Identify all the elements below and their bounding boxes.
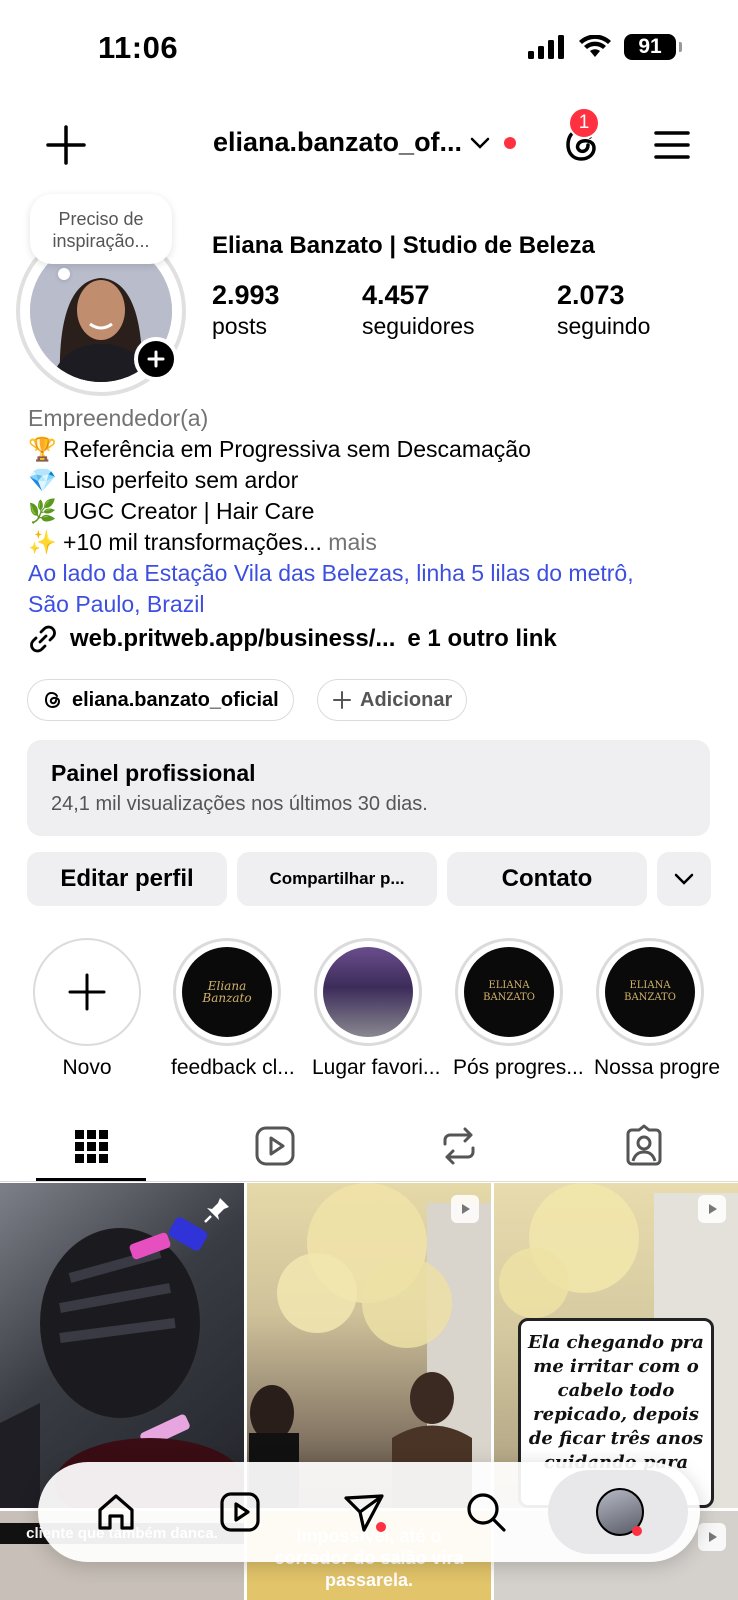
panel-subtitle: 24,1 mil visualizações nos últimos 30 di… bbox=[51, 793, 428, 815]
highlight-label: Pós progres... bbox=[453, 1056, 584, 1079]
edit-profile-button[interactable]: Editar perfil bbox=[27, 852, 227, 906]
search-icon[interactable] bbox=[464, 1490, 508, 1534]
bio-line-last: ✨ +10 mil transformações... mais bbox=[28, 527, 718, 558]
link-icon bbox=[30, 625, 56, 653]
plus-icon bbox=[333, 691, 351, 709]
reels-icon[interactable] bbox=[218, 1490, 262, 1534]
bio: Empreendedor(a) 🏆 Referência em Progress… bbox=[28, 403, 718, 620]
post-thumbnail bbox=[0, 1217, 244, 1508]
post-thumbnail bbox=[249, 1183, 491, 1508]
highlight-new[interactable]: Novo bbox=[31, 938, 143, 1080]
contact-button[interactable]: Contato bbox=[447, 852, 647, 906]
display-name: Eliana Banzato | Studio de Beleza bbox=[212, 232, 595, 259]
active-tab-indicator bbox=[36, 1178, 146, 1181]
highlight-cover bbox=[323, 947, 413, 1037]
profile-unread-dot bbox=[632, 1526, 642, 1536]
highlight-item[interactable]: Lugar favori... bbox=[312, 938, 441, 1080]
battery-indicator: 91 bbox=[624, 34, 682, 60]
plus-icon bbox=[68, 973, 106, 1011]
highlight-ring bbox=[33, 938, 141, 1046]
tagged-tab-icon[interactable] bbox=[622, 1124, 666, 1168]
profile-note[interactable]: Preciso de inspiração... bbox=[30, 194, 172, 264]
status-icons: 91 bbox=[528, 34, 682, 60]
unread-dot bbox=[504, 136, 517, 149]
status-bar: 11:06 91 bbox=[0, 0, 738, 100]
highlight-label: Nossa progre bbox=[594, 1056, 721, 1079]
reel-indicator-icon bbox=[698, 1523, 726, 1551]
stat-value: 4.457 bbox=[362, 280, 430, 310]
chevron-down-icon bbox=[470, 137, 490, 149]
suggestions-button[interactable] bbox=[657, 852, 711, 906]
stat-label: seguindo bbox=[557, 313, 651, 339]
stat-followers[interactable]: 4.457 seguidores bbox=[362, 280, 475, 340]
threads-icon bbox=[44, 691, 61, 709]
bio-location[interactable]: Ao lado da Estação Vila das Belezas, lin… bbox=[28, 558, 718, 620]
professional-dashboard[interactable]: Painel profissional 24,1 mil visualizaçõ… bbox=[27, 740, 710, 836]
note-bubble-tail bbox=[58, 268, 70, 280]
username-label: eliana.banzato_of... bbox=[213, 127, 463, 157]
bio-link-url[interactable]: web.pritweb.app/business/... bbox=[70, 625, 395, 653]
bio-category: Empreendedor(a) bbox=[28, 405, 209, 431]
bio-line: 💎 Liso perfeito sem ardor bbox=[28, 467, 299, 493]
highlight-label: feedback cl... bbox=[171, 1056, 295, 1079]
profile-tab[interactable] bbox=[548, 1470, 688, 1554]
add-story-button[interactable] bbox=[134, 337, 178, 381]
highlight-cover: ELIANA BANZATO bbox=[605, 947, 695, 1037]
plus-icon bbox=[147, 350, 165, 368]
notification-badge: 1 bbox=[568, 107, 600, 139]
cellular-signal-icon bbox=[528, 35, 564, 59]
threads-handle: eliana.banzato_oficial bbox=[72, 688, 279, 711]
messages-unread-dot bbox=[376, 1522, 386, 1532]
highlight-label: Lugar favori... bbox=[312, 1056, 441, 1079]
bio-other-links[interactable]: e 1 outro link bbox=[407, 625, 556, 653]
bio-links[interactable]: web.pritweb.app/business/... e 1 outro l… bbox=[28, 624, 557, 654]
chevron-down-icon bbox=[674, 873, 694, 885]
location-line: São Paulo, Brazil bbox=[28, 591, 205, 617]
stat-posts[interactable]: 2.993 posts bbox=[212, 280, 280, 340]
status-time: 11:06 bbox=[98, 30, 179, 65]
wifi-icon bbox=[579, 35, 611, 57]
stat-label: posts bbox=[212, 313, 267, 339]
bio-more-link[interactable]: mais bbox=[322, 529, 377, 555]
stat-following[interactable]: 2.073 seguindo bbox=[557, 280, 650, 340]
home-icon[interactable] bbox=[94, 1490, 138, 1534]
add-chip[interactable]: Adicionar bbox=[317, 679, 468, 721]
panel-title: Painel profissional bbox=[51, 760, 256, 786]
pin-icon bbox=[204, 1198, 229, 1223]
bio-line: 🌿 UGC Creator | Hair Care bbox=[28, 498, 315, 524]
grid-tab-icon[interactable] bbox=[69, 1124, 113, 1168]
threads-chip[interactable]: eliana.banzato_oficial bbox=[27, 679, 294, 721]
bottom-navigation bbox=[38, 1462, 700, 1562]
grid-post[interactable] bbox=[247, 1183, 491, 1508]
highlight-cover: ELIANA BANZATO bbox=[464, 947, 554, 1037]
add-chip-label: Adicionar bbox=[360, 688, 453, 711]
highlight-cover: Eliana Banzato bbox=[182, 947, 272, 1037]
highlight-item[interactable]: Eliana Banzato feedback cl... bbox=[171, 938, 295, 1080]
profile-header: eliana.banzato_of... bbox=[0, 105, 738, 185]
grid-post[interactable] bbox=[0, 1183, 244, 1508]
highlight-ring: ELIANA BANZATO bbox=[596, 938, 704, 1046]
reposts-tab-icon[interactable] bbox=[437, 1124, 481, 1168]
highlight-item[interactable]: ELIANA BANZATO Nossa progre bbox=[594, 938, 721, 1080]
reel-indicator-icon bbox=[698, 1195, 726, 1223]
hamburger-menu-icon[interactable] bbox=[652, 125, 692, 165]
reels-tab-icon[interactable] bbox=[253, 1124, 297, 1168]
highlight-ring bbox=[314, 938, 422, 1046]
stat-value: 2.993 bbox=[212, 280, 280, 310]
content-tabs bbox=[0, 1110, 738, 1182]
highlight-ring: ELIANA BANZATO bbox=[455, 938, 563, 1046]
reel-indicator-icon bbox=[451, 1195, 479, 1223]
share-profile-button[interactable]: Compartilhar p... bbox=[237, 852, 437, 906]
create-plus-icon[interactable] bbox=[44, 123, 88, 167]
stat-label: seguidores bbox=[362, 313, 475, 339]
highlight-ring: Eliana Banzato bbox=[173, 938, 281, 1046]
location-line: Ao lado da Estação Vila das Belezas, lin… bbox=[28, 560, 634, 586]
highlight-label: Novo bbox=[62, 1056, 112, 1079]
grid-post[interactable]: Ela chegando pra me irritar com o cabelo… bbox=[494, 1183, 738, 1508]
bio-line: 🏆 Referência em Progressiva sem Descamaç… bbox=[28, 436, 531, 462]
bio-line: ✨ +10 mil transformações... bbox=[28, 529, 322, 555]
account-switcher[interactable]: eliana.banzato_of... bbox=[213, 127, 517, 158]
highlight-item[interactable]: ELIANA BANZATO Pós progres... bbox=[453, 938, 584, 1080]
stat-value: 2.073 bbox=[557, 280, 625, 310]
